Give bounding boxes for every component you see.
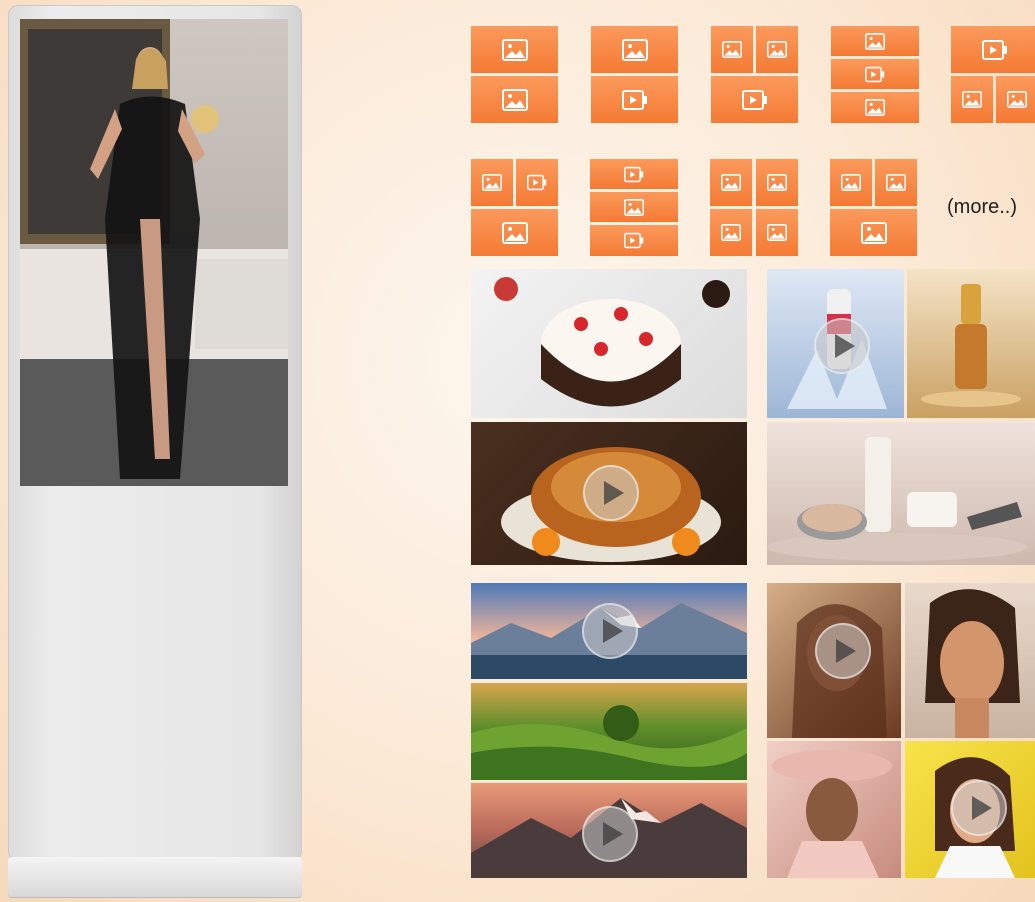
image-icon [501,221,528,244]
layout-cell [831,59,919,89]
video-icon [865,66,885,82]
image-icon [865,99,885,116]
layout-cell [710,209,752,256]
image-icon [860,221,887,244]
play-icon[interactable] [582,603,638,659]
layout-cell [590,192,678,222]
image-icon [767,224,787,241]
portrait-woman-yellow-photo [905,741,1035,878]
image-icon [886,174,906,191]
image-icon [721,174,741,191]
layout-cell [996,76,1035,123]
rice-terraces-photo [471,683,747,780]
layout-cell [516,159,558,206]
image-icon [841,174,861,191]
image-icon [501,38,528,61]
play-icon[interactable] [815,623,871,679]
cosmetics-photo [767,422,1035,565]
gold-serum-photo [907,269,1035,418]
portrait-woman-closeup-photo [905,583,1035,738]
play-icon[interactable] [583,465,639,521]
serum-video-photo [767,269,904,418]
layout-cell [471,26,558,73]
play-icon[interactable] [814,318,870,374]
image-icon [767,174,787,191]
kiosk-screen-photo [20,19,288,486]
layout-cell [951,76,993,123]
layout-cell [951,26,1035,73]
play-icon[interactable] [951,780,1007,836]
layout-cell [590,225,678,256]
layout-cell [711,76,798,123]
video-icon [624,232,644,249]
portrait-woman-hat-sunlit-photo [767,583,901,738]
mountain-lake-photo [471,583,747,679]
layout-2-image-over-video[interactable] [711,26,798,123]
layout-video-image-video-strip[interactable] [590,159,678,256]
layout-video-over-2-image[interactable] [951,26,1035,123]
layout-cell [875,159,917,206]
layout-cell [831,26,919,56]
image-icon [501,88,528,111]
video-icon [981,39,1007,60]
image-icon [624,198,644,216]
video-icon [741,89,767,110]
image-icon [722,41,742,58]
layout-4-image-grid[interactable] [710,159,798,256]
layout-cell [756,26,798,73]
image-icon [721,224,741,241]
cake-photo [471,269,747,418]
layout-3-strip[interactable] [831,26,919,123]
image-icon [767,41,787,58]
play-icon[interactable] [582,806,638,862]
kiosk-base [8,857,302,897]
video-icon [527,174,547,191]
layout-cell [710,159,752,206]
turkey-photo [471,422,747,565]
video-icon [621,89,647,110]
layout-cell [471,159,513,206]
image-icon [1007,91,1027,108]
layout-2-image-stack[interactable] [471,26,558,123]
layout-cell [591,26,678,73]
layout-cell [756,209,798,256]
portrait-woman-pink-hat-photo [767,741,901,878]
more-layouts-link[interactable]: (more..) [947,196,1017,219]
image-icon [621,38,648,61]
layout-cell [471,76,558,123]
layout-cell [830,159,872,206]
layout-cell [471,209,558,256]
layout-image-video-stack[interactable] [591,26,678,123]
layout-image-video-over-image[interactable] [471,159,558,256]
kiosk-display [8,5,302,897]
image-icon [962,91,982,108]
layout-cell [830,209,917,256]
image-icon [482,174,502,191]
layout-cell [711,26,753,73]
layout-cell [756,159,798,206]
layout-cell [591,76,678,123]
image-icon [865,32,885,50]
video-icon [624,166,644,182]
layout-2-image-over-image[interactable] [830,159,917,256]
layout-cell [831,92,919,123]
layout-cell [590,159,678,189]
mountain-peaks-photo [471,783,747,878]
